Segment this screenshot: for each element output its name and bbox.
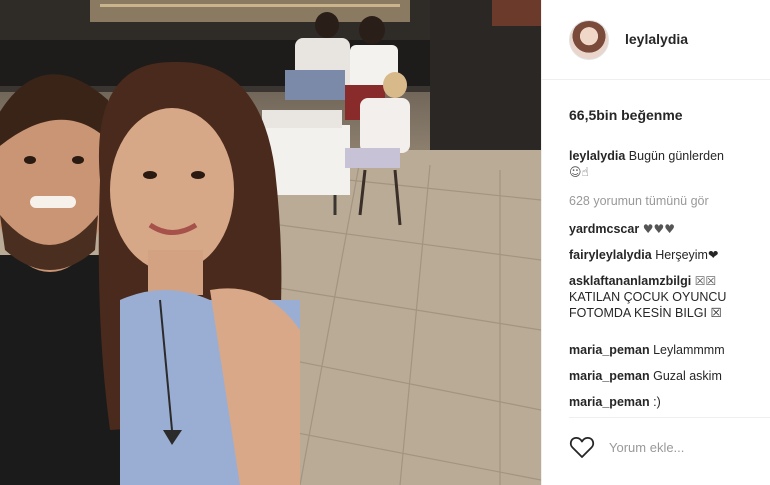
- comment-item: yardmcscar ♥♥♥: [569, 221, 675, 237]
- comment-text: Herşeyim❤: [655, 248, 719, 262]
- comment-text: :): [653, 395, 661, 409]
- caption-username[interactable]: leylalydia: [569, 149, 625, 163]
- comment-text: ☒☒: [694, 274, 717, 288]
- like-count[interactable]: 66,5bin beğenme: [569, 107, 683, 123]
- comment-text: ♥♥♥: [642, 222, 675, 236]
- comment-composer: [569, 432, 770, 462]
- post-sidebar: leylalydia 66,5bin beğenme leylalydia Bu…: [541, 0, 770, 485]
- comment-text: Leylammmm: [653, 343, 725, 357]
- divider: [569, 417, 770, 418]
- comment-text: Guzal askim: [653, 369, 722, 383]
- selfie-image: [0, 0, 541, 485]
- comment-item: asklaftananlamzbilgi ☒☒ KATILAN ÇOCUK OY…: [569, 273, 726, 321]
- view-all-comments-link[interactable]: 628 yorumun tümünü gör: [569, 194, 709, 208]
- comment-item: maria_peman Leylammmm: [569, 342, 725, 358]
- comment-item: maria_peman Guzal askim: [569, 368, 722, 384]
- comment-text-line: FOTOMDA KESİN BILGI ☒: [569, 306, 722, 320]
- comment-item: maria_peman :): [569, 394, 661, 410]
- profile-avatar[interactable]: [569, 20, 609, 60]
- post-header: leylalydia: [542, 0, 770, 80]
- comment-username[interactable]: asklaftananlamzbilgi: [569, 274, 691, 288]
- comment-text-line: KATILAN ÇOCUK OYUNCU: [569, 290, 727, 304]
- comment-username[interactable]: yardmcscar: [569, 222, 639, 236]
- caption: leylalydia Bugün günlerden ☺☝: [569, 148, 724, 180]
- comment-username[interactable]: maria_peman: [569, 343, 650, 357]
- caption-text: Bugün günlerden: [628, 149, 725, 163]
- comment-username[interactable]: fairyleylalydia: [569, 248, 652, 262]
- caption-emoji: ☺☝: [569, 165, 589, 179]
- post-photo[interactable]: [0, 0, 541, 485]
- comment-username[interactable]: maria_peman: [569, 395, 650, 409]
- comment-item: fairyleylalydia Herşeyim❤: [569, 247, 718, 263]
- author-username[interactable]: leylalydia: [625, 31, 688, 47]
- comment-input[interactable]: [609, 436, 769, 458]
- comment-username[interactable]: maria_peman: [569, 369, 650, 383]
- heart-icon[interactable]: [569, 435, 595, 459]
